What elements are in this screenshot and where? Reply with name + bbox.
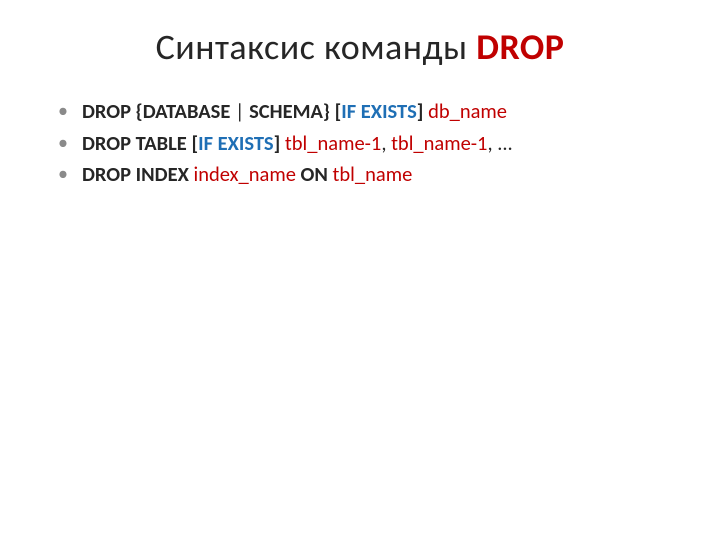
comma: , bbox=[487, 130, 497, 156]
brace-open: { bbox=[131, 98, 143, 124]
keyword-database: DATABASE bbox=[143, 98, 231, 124]
keyword-ifexists: IF EXISTS bbox=[198, 130, 274, 156]
keyword-schema: SCHEMA bbox=[249, 98, 323, 124]
list-item: DROP {DATABASE | SCHEMA} [IF EXISTS] db_… bbox=[58, 97, 670, 127]
identifier-tblname2: tbl_name-1 bbox=[391, 130, 487, 156]
identifier-indexname: index_name bbox=[194, 161, 296, 187]
keyword-drop: DROP bbox=[82, 98, 131, 124]
list-item: DROP INDEX index_name ON tbl_name bbox=[58, 160, 670, 190]
slide: Синтаксис команды DROP DROP {DATABASE | … bbox=[0, 0, 720, 540]
list-item: DROP TABLE [IF EXISTS] tbl_name-1, tbl_n… bbox=[58, 129, 670, 159]
identifier-dbname: db_name bbox=[428, 98, 507, 124]
pipe: | bbox=[230, 98, 249, 124]
syntax-list: DROP {DATABASE | SCHEMA} [IF EXISTS] db_… bbox=[50, 97, 670, 190]
title-prefix: Синтаксис команды bbox=[156, 25, 477, 69]
brace-close: } bbox=[323, 98, 335, 124]
keyword-on: ON bbox=[301, 161, 328, 187]
keyword-ifexists: IF EXISTS bbox=[341, 98, 417, 124]
page-title: Синтаксис команды DROP bbox=[50, 25, 670, 69]
identifier-tblname1: tbl_name-1 bbox=[285, 130, 381, 156]
keyword-droptable: DROP TABLE bbox=[82, 130, 187, 156]
identifier-tblname: tbl_name bbox=[333, 161, 413, 187]
keyword-dropindex: DROP INDEX bbox=[82, 161, 189, 187]
title-keyword: DROP bbox=[476, 25, 564, 69]
comma: , bbox=[381, 130, 391, 156]
ellipsis: ... bbox=[497, 130, 513, 156]
